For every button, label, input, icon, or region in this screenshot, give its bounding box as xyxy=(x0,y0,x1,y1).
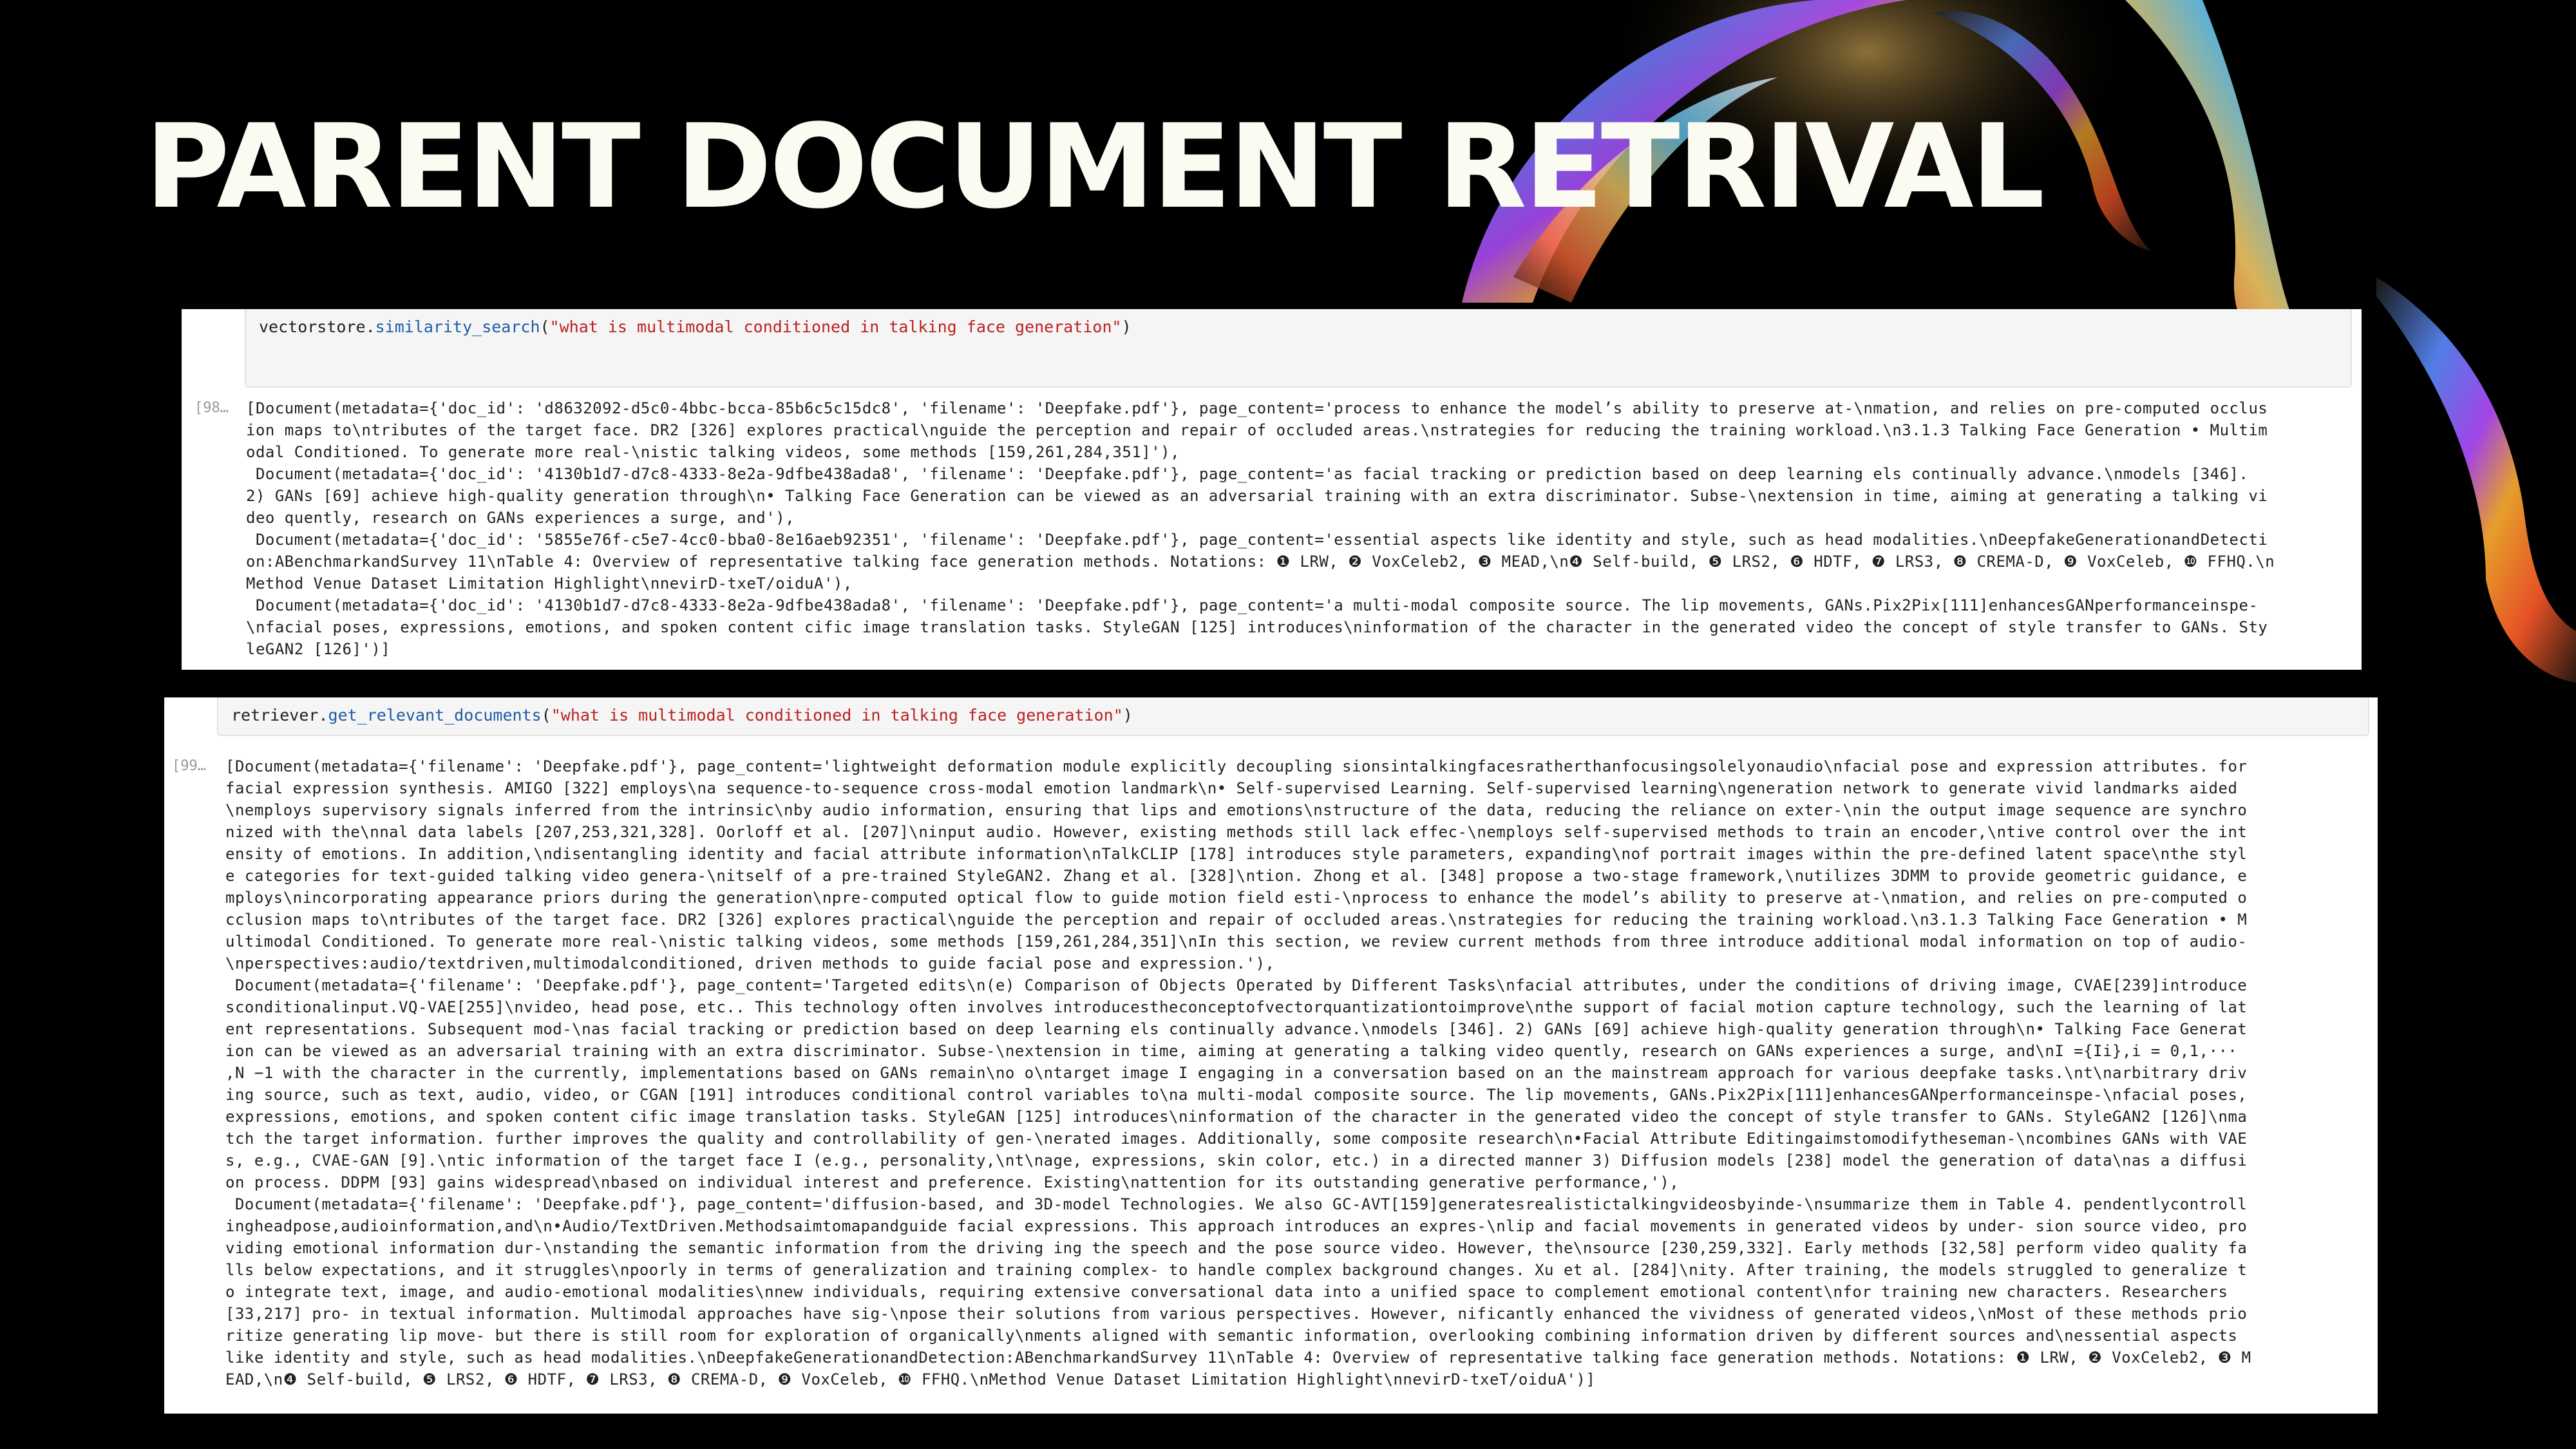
output-line: mploys\nincorporating appearance priors … xyxy=(225,889,2248,907)
output-line: Document(metadata={'filename': 'Deepfake… xyxy=(225,1195,2248,1213)
code-paren-open: ( xyxy=(541,706,551,724)
execution-count-prompt: [99… xyxy=(172,758,206,774)
output-line: on:ABenchmarkandSurvey 11\nTable 4: Over… xyxy=(246,553,2275,571)
output-line: e categories for text-guided talking vid… xyxy=(225,867,2248,885)
code-paren-close: ) xyxy=(1121,317,1132,336)
output-line: o integrate text, image, and audio-emoti… xyxy=(225,1283,2228,1301)
output-line: ensity of emotions. In addition,\ndisent… xyxy=(225,845,2248,863)
output-line: expressions, emotions, and spoken conten… xyxy=(225,1108,2248,1126)
output-line: deo quently, research on GANs experience… xyxy=(246,509,795,527)
output-line: ion maps to\ntributes of the target face… xyxy=(246,421,2268,439)
output-line: EAD,\n❹ Self-build, ❺ LRS2, ❻ HDTF, ❼ LR… xyxy=(225,1370,1596,1388)
code-method: get_relevant_documents xyxy=(328,706,542,724)
output-line: s, e.g., CVAE-GAN [9].\ntic information … xyxy=(225,1151,2248,1170)
output-line: tch the target information. further impr… xyxy=(225,1130,2248,1148)
output-line: ultimodal Conditioned. To generate more … xyxy=(225,933,2248,951)
code-string-argument: "what is multimodal conditioned in talki… xyxy=(549,317,1122,336)
code-paren-close: ) xyxy=(1122,706,1133,724)
output-line: [33,217] pro- in textual information. Mu… xyxy=(225,1305,2248,1323)
output-line: nized with the\nnal data labels [207,253… xyxy=(225,823,2248,841)
output-line: Document(metadata={'filename': 'Deepfake… xyxy=(225,976,2248,994)
output-line: 2) GANs [69] achieve high-quality genera… xyxy=(246,487,2268,505)
code-object: retriever. xyxy=(231,706,328,724)
code-string-argument: "what is multimodal conditioned in talki… xyxy=(551,706,1123,724)
output-line: [Document(metadata={'filename': 'Deepfak… xyxy=(225,757,2248,775)
output-line: ,N −1 with the character in the currentl… xyxy=(225,1064,2248,1082)
slide-title: PARENT DOCUMENT RETRIVAL xyxy=(145,100,2045,234)
output-line: cclusion maps to\ntributes of the target… xyxy=(225,911,2248,929)
code-input-similarity-search[interactable]: vectorstore.similarity_search("what is m… xyxy=(245,309,2352,388)
cell-output-similarity-search: [Document(metadata={'doc_id': 'd8632092-… xyxy=(246,397,2275,660)
output-line: Document(metadata={'doc_id': '4130b1d7-d… xyxy=(246,596,2259,614)
output-line: facial expression synthesis. AMIGO [322]… xyxy=(225,779,2238,797)
output-line: [Document(metadata={'doc_id': 'd8632092-… xyxy=(246,399,2268,417)
code-method: similarity_search xyxy=(375,317,540,336)
output-line: \nfacial poses, expressions, emotions, a… xyxy=(246,618,2268,636)
output-line: leGAN2 [126]')] xyxy=(246,640,391,658)
output-line: Document(metadata={'doc_id': '4130b1d7-d… xyxy=(246,465,2249,483)
output-line: odal Conditioned. To generate more real-… xyxy=(246,443,1180,461)
code-paren-open: ( xyxy=(540,317,550,336)
output-line: Method Venue Dataset Limitation Highligh… xyxy=(246,574,853,592)
code-input-relevant-documents[interactable]: retriever.get_relevant_documents("what i… xyxy=(217,697,2369,736)
output-line: like identity and style, such as head mo… xyxy=(225,1349,2251,1367)
cell-output-relevant-documents: [Document(metadata={'filename': 'Deepfak… xyxy=(225,755,2251,1390)
output-line: Document(metadata={'doc_id': '5855e76f-c… xyxy=(246,531,2268,549)
output-line: ing source, such as text, audio, video, … xyxy=(225,1086,2248,1104)
code-object: vectorstore. xyxy=(259,317,375,336)
output-line: viding emotional information dur-\nstand… xyxy=(225,1239,2248,1257)
output-line: ent representations. Subsequent mod-\nas… xyxy=(225,1020,2248,1038)
output-line: sconditionalinput.VQ-VAE[255]\nvideo, he… xyxy=(225,998,2248,1016)
output-line: ion can be viewed as an adversarial trai… xyxy=(225,1042,2238,1060)
output-line: lls below expectations, and it struggles… xyxy=(225,1261,2248,1279)
execution-count-prompt: [98… xyxy=(194,400,229,416)
output-line: on process. DDPM [93] gains widespread\n… xyxy=(225,1173,1680,1191)
output-line: \nemploys supervisory signals inferred f… xyxy=(225,801,2248,819)
notebook-cell-similarity-search: vectorstore.similarity_search("what is m… xyxy=(182,309,2362,670)
notebook-cell-relevant-documents: retriever.get_relevant_documents("what i… xyxy=(164,697,2378,1414)
output-line: \nperspectives:audio/textdriven,multimod… xyxy=(225,954,1275,972)
output-line: ritize generating lip move- but there is… xyxy=(225,1327,2238,1345)
output-line: ingheadpose,audioinformation,and\n•Audio… xyxy=(225,1217,2248,1235)
